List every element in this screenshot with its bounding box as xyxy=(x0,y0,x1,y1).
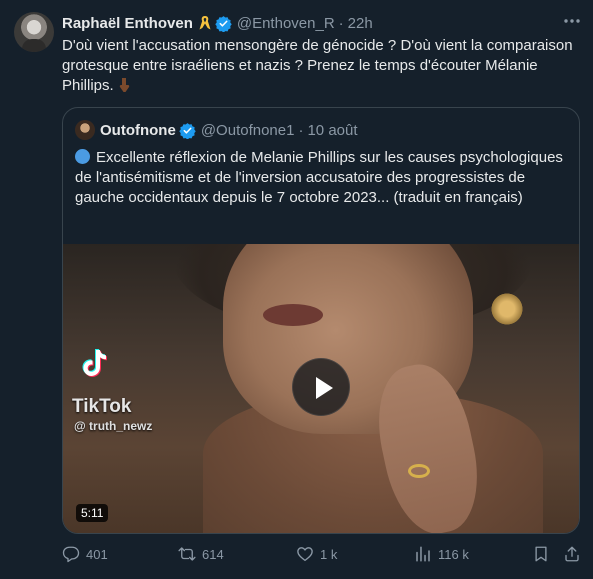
video-frame-ring xyxy=(408,464,430,478)
quoted-author-name: Outofnone xyxy=(100,121,176,139)
reply-button[interactable]: 401 xyxy=(62,545,108,563)
quoted-author-handle: @Outofnone1 xyxy=(200,121,295,139)
author-avatar[interactable] xyxy=(14,12,54,52)
quoted-tweet-text: Excellente réflexion de Melanie Phillips… xyxy=(75,148,569,208)
reply-icon xyxy=(62,546,80,563)
globe-icon xyxy=(75,149,90,164)
quoted-tweet[interactable]: Outofnone @Outofnone1 · 10 août Excellen… xyxy=(62,107,580,534)
tiktok-watermark-handle: @ truth_newz xyxy=(74,419,153,433)
yellow-ribbon-icon xyxy=(199,16,211,30)
quoted-tweet-header: Outofnone @Outofnone1 · 10 août xyxy=(75,120,358,140)
header-separator: · xyxy=(338,14,344,32)
retweet-button[interactable]: 614 xyxy=(178,545,224,563)
verified-badge-icon xyxy=(215,15,232,32)
quoted-author-avatar xyxy=(75,120,95,140)
play-button[interactable] xyxy=(292,358,350,416)
video-duration: 5:11 xyxy=(76,504,109,522)
like-count: 1 k xyxy=(320,546,338,562)
tweet-timestamp[interactable]: 22h xyxy=(348,15,373,32)
views-count: 116 k xyxy=(438,546,469,562)
quoted-tweet-timestamp: 10 août xyxy=(307,121,358,139)
video-frame-earring xyxy=(491,289,523,329)
retweet-icon xyxy=(178,547,196,561)
author-handle[interactable]: @Enthoven_R xyxy=(237,15,335,32)
tweet-text: D'où vient l'accusation mensongère de gé… xyxy=(62,36,574,96)
like-icon xyxy=(297,547,313,562)
share-icon xyxy=(565,546,579,562)
author-name[interactable]: Raphaël Enthoven xyxy=(62,15,193,32)
pointing-down-emoji-icon xyxy=(119,78,129,92)
like-button[interactable]: 1 k xyxy=(296,545,337,563)
tiktok-watermark-name: TikTok xyxy=(72,396,132,417)
video-frame-mouth xyxy=(263,304,323,326)
bookmark-icon xyxy=(535,546,547,562)
tweet-text-body: D'où vient l'accusation mensongère de gé… xyxy=(62,37,573,94)
action-bar: 401 614 1 k 116 k xyxy=(62,545,582,567)
tweet-header: Raphaël Enthoven @Enthoven_R · 22h xyxy=(62,13,373,33)
retweet-count: 614 xyxy=(202,546,224,562)
views-button[interactable]: 116 k xyxy=(414,545,469,563)
quoted-tweet-text-body: Excellente réflexion de Melanie Phillips… xyxy=(75,149,563,206)
tweet[interactable]: Raphaël Enthoven @Enthoven_R · 22h D'où … xyxy=(0,0,593,579)
views-icon xyxy=(416,546,430,562)
tiktok-logo-icon xyxy=(82,349,107,377)
reply-count: 401 xyxy=(86,546,108,562)
bookmark-button[interactable] xyxy=(532,545,550,563)
verified-badge-icon xyxy=(179,122,196,139)
share-button[interactable] xyxy=(563,545,581,563)
quoted-header-separator: · xyxy=(298,121,304,139)
more-icon[interactable] xyxy=(562,11,582,31)
